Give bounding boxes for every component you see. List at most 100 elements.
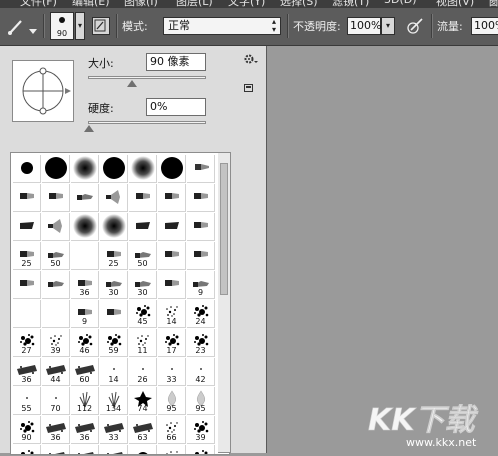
tool-preset-dropdown-icon[interactable] [28,21,38,34]
brush-preset-splatter[interactable]: 17 [158,329,186,357]
gear-icon[interactable] [243,51,259,65]
brush-preset-chalk[interactable] [100,445,128,454]
pressure-opacity-icon[interactable] [405,16,425,36]
menu-item[interactable]: 视图(V) [436,0,474,8]
brush-picker-dropdown[interactable]: ▾ [75,12,85,40]
opacity-dropdown[interactable]: ▾ [381,17,395,35]
brush-preset-dot[interactable]: 42 [187,358,215,386]
brush-preset-dot[interactable]: 55 [13,387,41,415]
brush-preset-grass[interactable]: 112 [71,387,99,415]
brush-angle-roundness-preview[interactable] [12,60,74,122]
brush-preset-hard-round-large[interactable] [158,155,186,183]
brush-preset-dot[interactable]: 14 [100,358,128,386]
menu-item[interactable]: 编辑(E) [72,0,110,8]
brush-preset-bristle[interactable]: 9 [71,300,99,328]
preset-scrollbar[interactable] [218,152,231,453]
brush-preset-bristle[interactable]: 36 [71,271,99,299]
brush-preset-flat-angled[interactable] [158,213,186,241]
brush-preset-chalk[interactable] [42,445,70,454]
opacity-input[interactable]: 100% [347,17,381,35]
brush-preset-drop[interactable]: 95 [158,387,186,415]
brush-preset-flat-tip[interactable] [187,155,215,183]
brush-preset-dot[interactable]: 70 [42,387,70,415]
brush-preset-splatter[interactable]: 24 [187,300,215,328]
size-slider-track[interactable] [88,76,206,79]
brush-preset-bristle-angled[interactable]: 9 [187,271,215,299]
blend-mode-select[interactable]: 正常 ▴ ▾ [163,17,281,35]
brush-preset-spray[interactable]: 66 [158,416,186,444]
brush-preset-dot[interactable]: 26 [129,358,157,386]
menu-item[interactable]: 文件(F) [20,0,57,8]
brush-preset-bristle[interactable] [158,271,186,299]
brush-preset-spray[interactable]: 14 [158,300,186,328]
brush-preset-picker[interactable]: 90 [50,12,74,40]
brush-preset-bristle[interactable]: 25 [100,242,128,270]
brush-preset-splatter[interactable] [13,445,41,454]
hardness-slider-track[interactable] [88,121,206,124]
brush-preset-drop[interactable]: 95 [187,387,215,415]
brush-preset-splatter[interactable]: 23 [187,329,215,357]
menu-item[interactable]: 图层(L) [176,0,213,8]
brush-preset-bristle[interactable] [158,184,186,212]
brush-preset-leaf[interactable]: 74 [129,387,157,415]
brush-preset-chalk[interactable]: 36 [42,416,70,444]
new-preset-icon[interactable] [243,79,255,92]
flow-input[interactable]: 100% [471,17,498,35]
brush-preset-bristle-angled[interactable] [71,184,99,212]
brush-preset-empty[interactable] [71,242,99,270]
brush-preset-fan[interactable] [100,184,128,212]
brush-preset-bristle-angled[interactable]: 30 [100,271,128,299]
brush-preset-empty[interactable] [13,300,41,328]
brush-preset-splatter[interactable] [187,445,215,454]
size-slider-thumb[interactable] [126,80,137,87]
brush-preset-hard-round-large[interactable] [42,155,70,183]
brush-preset-chalk[interactable]: 60 [71,358,99,386]
brush-preset-soft-round[interactable] [100,213,128,241]
menu-item[interactable]: 选择(S) [280,0,318,8]
brush-preset-hard-round[interactable] [129,445,157,454]
brush-preset-bristle-angled[interactable]: 30 [129,271,157,299]
brush-preset-splatter[interactable]: 46 [71,329,99,357]
brush-preset-hard-round-large[interactable] [100,155,128,183]
brush-preset-bristle-angled[interactable]: 50 [42,242,70,270]
brush-preset-bristle[interactable] [187,213,215,241]
brush-preset-splatter[interactable]: 90 [13,416,41,444]
brush-preset-bristle-angled[interactable] [42,271,70,299]
brush-preset-bristle[interactable]: 25 [13,242,41,270]
hardness-slider-thumb[interactable] [84,125,94,132]
brush-preset-bristle[interactable] [187,242,215,270]
brush-preset-bristle[interactable] [42,184,70,212]
brush-preset-fan[interactable] [42,213,70,241]
brush-preset-chalk[interactable] [71,445,99,454]
brush-preset-flat-angled[interactable] [13,213,41,241]
brush-preset-bristle[interactable] [100,300,128,328]
brush-preset-hard-round[interactable] [13,155,41,183]
brush-preset-spray[interactable]: 39 [42,329,70,357]
brush-preset-bristle[interactable] [129,184,157,212]
brush-preset-bristle[interactable] [13,184,41,212]
brush-preset-soft-round[interactable] [129,155,157,183]
brush-preset-grass[interactable]: 134 [100,387,128,415]
brush-preset-soft-round[interactable] [71,155,99,183]
brush-preset-splatter[interactable]: 59 [100,329,128,357]
brush-preset-chalk[interactable]: 63 [129,416,157,444]
brush-preset-bristle[interactable] [187,184,215,212]
menu-item[interactable]: 窗口 [488,0,498,8]
menu-item[interactable]: 滤镜(T) [332,0,369,8]
scrollbar-thumb[interactable] [220,163,228,295]
brush-preset-bristle[interactable] [158,242,186,270]
brush-preset-splatter[interactable]: 27 [13,329,41,357]
brush-tool-icon[interactable] [6,16,26,36]
brush-preset-splatter[interactable]: 39 [187,416,215,444]
brush-preset-chalk[interactable]: 36 [13,358,41,386]
hardness-input[interactable]: 0% [146,98,206,116]
brush-preset-flat-angled[interactable] [129,213,157,241]
brush-preset-empty[interactable] [42,300,70,328]
brush-preset-chalk[interactable]: 36 [71,416,99,444]
menu-item[interactable]: 3D(D) [384,0,417,6]
toggle-brush-panel-icon[interactable] [92,17,110,35]
brush-preset-dot[interactable]: 33 [158,358,186,386]
menu-item[interactable]: 图像(I) [124,0,158,8]
brush-preset-soft-round[interactable] [71,213,99,241]
menu-item[interactable]: 文字(Y) [228,0,265,8]
